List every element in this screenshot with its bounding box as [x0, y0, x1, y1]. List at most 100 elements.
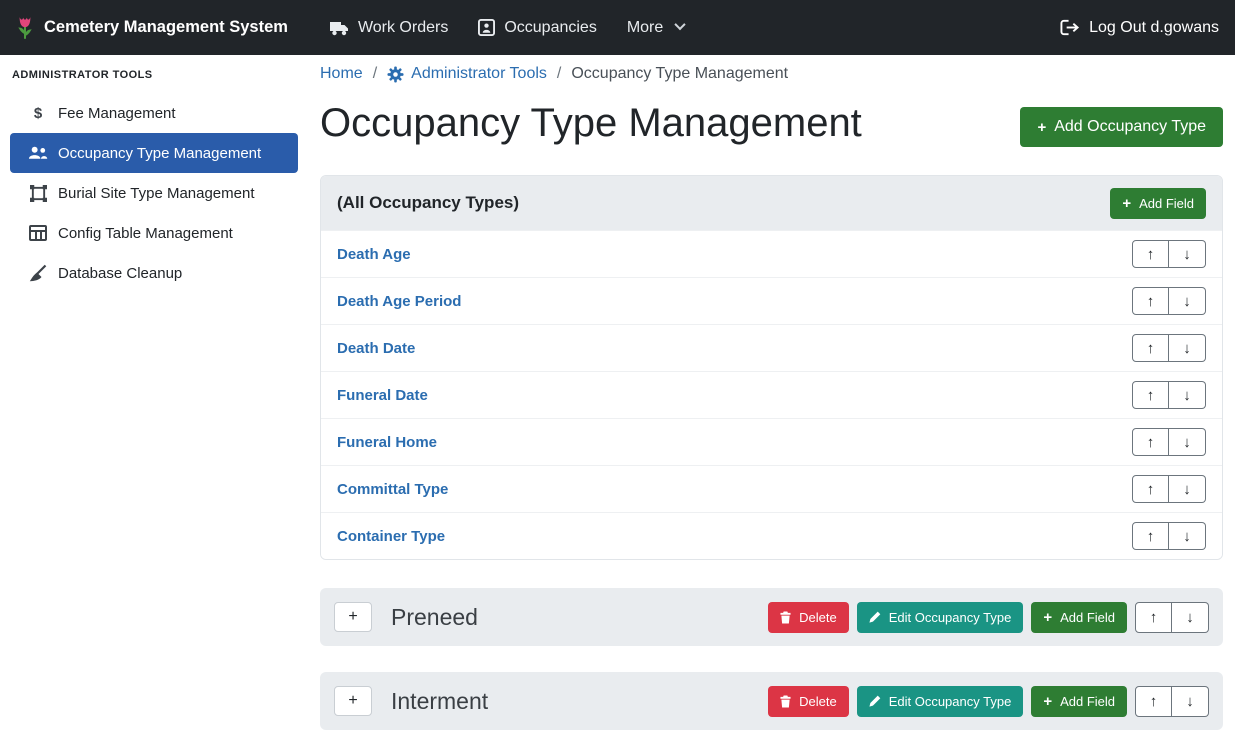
sidebar-item-label: Burial Site Type Management — [58, 185, 255, 202]
gear-icon — [387, 66, 404, 83]
sidebar-item-label: Config Table Management — [58, 225, 233, 242]
page-header: Occupancy Type Management + Add Occupanc… — [320, 99, 1223, 147]
add-field-button[interactable]: + Add Field — [1031, 686, 1127, 717]
delete-button[interactable]: Delete — [768, 686, 849, 717]
button-label: Add Field — [1139, 196, 1194, 211]
logout-button[interactable]: Log Out d.gowans — [1060, 19, 1219, 37]
move-up-button[interactable]: ↑ — [1132, 522, 1169, 550]
nav-label: Work Orders — [358, 19, 448, 37]
pencil-icon — [869, 611, 881, 623]
arrow-down-icon: ↓ — [1183, 528, 1191, 545]
nav-more[interactable]: More — [627, 19, 684, 37]
move-down-button[interactable]: ↓ — [1172, 686, 1209, 717]
field-row: Death Age Period ↑ ↓ — [321, 277, 1222, 324]
sidebar-item-label: Database Cleanup — [58, 265, 182, 282]
dollar-icon: $ — [28, 105, 48, 122]
move-down-button[interactable]: ↓ — [1169, 334, 1206, 362]
arrow-down-icon: ↓ — [1186, 693, 1194, 710]
plus-icon: + — [1037, 120, 1046, 135]
sidebar-item-database-cleanup[interactable]: Database Cleanup — [10, 253, 298, 293]
arrow-down-icon: ↓ — [1183, 434, 1191, 451]
reorder-button-group: ↑ ↓ — [1132, 334, 1206, 362]
move-down-button[interactable]: ↓ — [1169, 428, 1206, 456]
breadcrumb: Home / Administrator Tools / Occupanc — [320, 65, 1223, 83]
move-down-button[interactable]: ↓ — [1169, 240, 1206, 268]
top-navbar: Cemetery Management System Work Orders O… — [0, 0, 1235, 55]
occupancy-type-section-interment: + Interment Delete Edit Occupa — [320, 672, 1223, 730]
tulip-logo-icon — [16, 15, 34, 41]
field-row: Death Age ↑ ↓ — [321, 230, 1222, 277]
nav-work-orders[interactable]: Work Orders — [329, 19, 448, 37]
move-up-button[interactable]: ↑ — [1132, 240, 1169, 268]
add-occupancy-type-button[interactable]: + Add Occupancy Type — [1020, 107, 1223, 147]
arrow-down-icon: ↓ — [1183, 293, 1191, 310]
breadcrumb-home-link[interactable]: Home — [320, 65, 363, 83]
users-icon — [28, 146, 48, 160]
card-title: (All Occupancy Types) — [337, 193, 519, 213]
move-down-button[interactable]: ↓ — [1172, 602, 1209, 633]
edit-occupancy-type-button[interactable]: Edit Occupancy Type — [857, 602, 1024, 633]
breadcrumb-admin-tools-link[interactable]: Administrator Tools — [387, 65, 547, 83]
add-field-button[interactable]: + Add Field — [1031, 602, 1127, 633]
person-frame-icon — [478, 19, 495, 36]
arrow-up-icon: ↑ — [1147, 481, 1155, 498]
field-link[interactable]: Container Type — [337, 528, 445, 545]
plus-icon: + — [1043, 610, 1052, 625]
reorder-button-group: ↑ ↓ — [1132, 287, 1206, 315]
button-label: Edit Occupancy Type — [889, 694, 1012, 709]
sidebar-item-config-table-management[interactable]: Config Table Management — [10, 213, 298, 253]
sidebar: ADMINISTRATOR TOOLS $ Fee Management Occ… — [0, 55, 308, 738]
edit-occupancy-type-button[interactable]: Edit Occupancy Type — [857, 686, 1024, 717]
field-link[interactable]: Death Age Period — [337, 293, 461, 310]
sidebar-item-occupancy-type-management[interactable]: Occupancy Type Management — [10, 133, 298, 173]
chevron-down-icon — [675, 19, 686, 30]
nav-label: More — [627, 19, 663, 37]
nav-occupancies[interactable]: Occupancies — [478, 19, 597, 37]
move-up-button[interactable]: ↑ — [1135, 686, 1172, 717]
sidebar-heading: ADMINISTRATOR TOOLS — [0, 55, 308, 93]
move-up-button[interactable]: ↑ — [1132, 428, 1169, 456]
vector-square-icon — [28, 185, 48, 202]
field-link[interactable]: Funeral Home — [337, 434, 437, 451]
plus-icon: + — [348, 692, 357, 709]
table-icon — [28, 225, 48, 241]
reorder-button-group: ↑ ↓ — [1132, 475, 1206, 503]
move-up-button[interactable]: ↑ — [1132, 287, 1169, 315]
breadcrumb-separator: / — [557, 65, 561, 83]
arrow-up-icon: ↑ — [1150, 609, 1158, 626]
field-link[interactable]: Funeral Date — [337, 387, 428, 404]
add-field-button[interactable]: + Add Field — [1110, 188, 1206, 219]
field-link[interactable]: Committal Type — [337, 481, 448, 498]
sidebar-item-fee-management[interactable]: $ Fee Management — [10, 93, 298, 133]
reorder-button-group: ↑ ↓ — [1132, 428, 1206, 456]
move-up-button[interactable]: ↑ — [1132, 381, 1169, 409]
truck-icon — [329, 20, 349, 36]
move-down-button[interactable]: ↓ — [1169, 381, 1206, 409]
arrow-up-icon: ↑ — [1147, 387, 1155, 404]
reorder-button-group: ↑ ↓ — [1135, 686, 1209, 717]
move-down-button[interactable]: ↓ — [1169, 475, 1206, 503]
move-up-button[interactable]: ↑ — [1132, 334, 1169, 362]
card-header: (All Occupancy Types) + Add Field — [321, 176, 1222, 230]
arrow-up-icon: ↑ — [1147, 434, 1155, 451]
section-title: Interment — [391, 688, 488, 715]
section-actions: Delete Edit Occupancy Type + Add Field ↑… — [768, 602, 1209, 633]
move-up-button[interactable]: ↑ — [1135, 602, 1172, 633]
app-brand[interactable]: Cemetery Management System — [16, 15, 288, 41]
section-actions: Delete Edit Occupancy Type + Add Field ↑… — [768, 686, 1209, 717]
trash-icon — [780, 611, 791, 624]
sidebar-item-burial-site-type-management[interactable]: Burial Site Type Management — [10, 173, 298, 213]
delete-button[interactable]: Delete — [768, 602, 849, 633]
button-label: Add Field — [1060, 694, 1115, 709]
field-link[interactable]: Death Date — [337, 340, 415, 357]
move-down-button[interactable]: ↓ — [1169, 522, 1206, 550]
move-up-button[interactable]: ↑ — [1132, 475, 1169, 503]
arrow-down-icon: ↓ — [1186, 609, 1194, 626]
broom-icon — [28, 264, 48, 282]
sidebar-item-label: Occupancy Type Management — [58, 145, 261, 162]
expand-button[interactable]: + — [334, 602, 372, 632]
move-down-button[interactable]: ↓ — [1169, 287, 1206, 315]
expand-button[interactable]: + — [334, 686, 372, 716]
field-link[interactable]: Death Age — [337, 246, 411, 263]
trash-icon — [780, 695, 791, 708]
